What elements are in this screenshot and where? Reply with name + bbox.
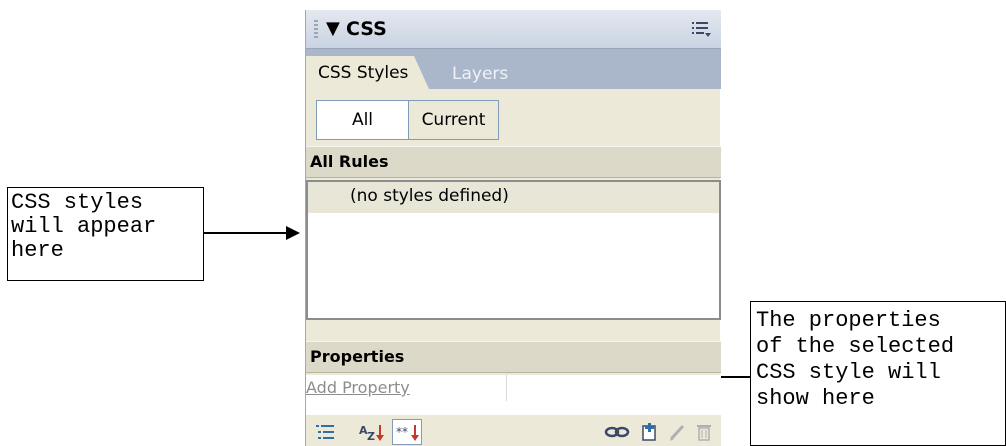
all-rules-header[interactable]: All Rules <box>306 146 721 178</box>
panel-title: CSS <box>346 18 387 40</box>
arrow-to-rules-head <box>286 226 300 240</box>
panel-titlebar[interactable]: ▼ CSS <box>306 10 721 49</box>
gripper-icon[interactable] <box>314 20 318 38</box>
view-mode-switcher: All Current <box>316 100 499 140</box>
panel-toolbar: A Z ** <box>306 415 721 446</box>
current-button[interactable]: Current <box>409 101 498 139</box>
css-panel: ▼ CSS CSS Styles Layers All Current All … <box>305 10 721 446</box>
arrow-to-rules <box>204 232 290 234</box>
callout-properties-note: The properties of the selected CSS style… <box>750 301 1006 446</box>
all-button[interactable]: All <box>317 101 409 139</box>
category-view-icon[interactable] <box>314 421 338 443</box>
tab-layers[interactable]: Layers <box>452 64 508 84</box>
panel-options-menu-icon[interactable] <box>691 20 711 38</box>
attach-stylesheet-icon[interactable] <box>604 421 630 443</box>
collapse-triangle-icon[interactable]: ▼ <box>326 18 340 39</box>
callout-styles-note: CSS styles will appear here <box>7 187 204 281</box>
svg-text:**: ** <box>396 425 408 439</box>
set-properties-view-icon[interactable]: ** <box>392 419 422 445</box>
panel-tabbar: CSS Styles Layers <box>306 49 721 89</box>
rules-empty-placeholder: (no styles defined) <box>308 182 719 213</box>
rules-list[interactable]: (no styles defined) <box>306 180 721 320</box>
alphabetical-view-icon[interactable]: A Z <box>358 421 386 443</box>
edit-style-icon[interactable] <box>668 421 688 443</box>
new-css-rule-icon[interactable] <box>640 421 662 443</box>
properties-grid: Add Property <box>306 375 721 415</box>
properties-column-divider <box>506 375 507 401</box>
tab-css-styles[interactable]: CSS Styles <box>306 56 429 89</box>
delete-css-rule-icon[interactable] <box>694 421 714 443</box>
properties-header[interactable]: Properties <box>306 341 721 373</box>
svg-text:Z: Z <box>367 430 375 443</box>
add-property-link[interactable]: Add Property <box>306 378 410 397</box>
